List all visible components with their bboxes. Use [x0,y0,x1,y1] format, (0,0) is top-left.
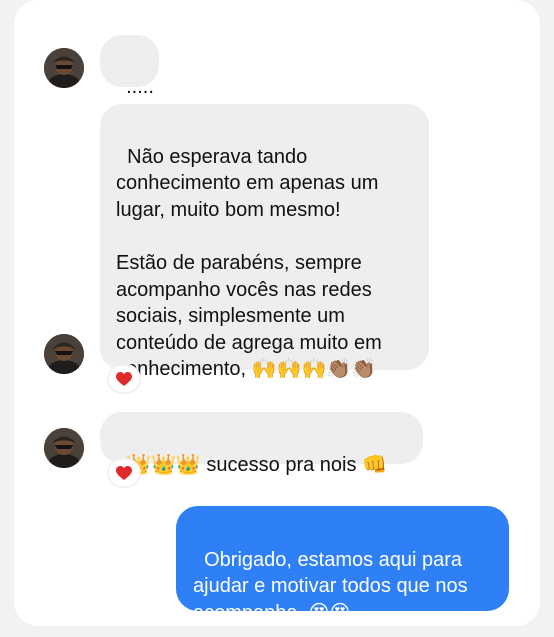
avatar-image [44,428,84,468]
avatar-image [44,334,84,374]
avatar[interactable] [44,334,84,374]
message-text: ..... [126,75,154,98]
message-bubble[interactable]: ..... [100,35,159,98]
heart-icon [116,371,132,386]
reaction-badge[interactable] [107,458,141,488]
message-text: Não esperava tando conhecimento em apena… [116,145,382,381]
heart-icon [116,465,132,480]
message-text: 👑👑👑 sucesso pra nois 👊 [126,453,387,476]
message-bubble[interactable]: 👑👑👑 sucesso pra nois 👊 [100,412,423,476]
message-bubble[interactable]: Não esperava tando conhecimento em apena… [100,104,429,380]
avatar-image [44,48,84,88]
avatar[interactable] [44,428,84,468]
reaction-badge[interactable] [107,364,141,394]
message-bubble-outgoing[interactable]: Obrigado, estamos aqui para ajudar e mot… [176,506,509,624]
avatar[interactable] [44,48,84,88]
